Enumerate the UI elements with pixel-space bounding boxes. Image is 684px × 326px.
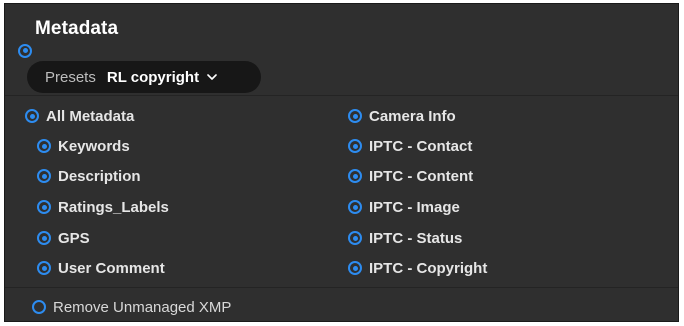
option-label: IPTC - Image (369, 198, 460, 216)
option-ratings-labels[interactable]: Ratings_Labels (37, 196, 169, 218)
radio-icon (348, 169, 362, 183)
radio-icon (348, 231, 362, 245)
option-label: IPTC - Copyright (369, 259, 488, 277)
radio-icon (25, 109, 39, 123)
panel-header: Metadata (5, 4, 678, 58)
divider (5, 287, 678, 288)
radio-icon (37, 169, 51, 183)
divider (5, 95, 678, 96)
option-label: GPS (58, 229, 90, 247)
option-label: Camera Info (369, 107, 456, 125)
radio-icon (32, 300, 46, 314)
option-user-comment[interactable]: User Comment (37, 257, 165, 279)
panel-title: Metadata (35, 18, 119, 39)
chevron-down-icon (207, 72, 217, 82)
radio-icon (348, 139, 362, 153)
option-camera-info[interactable]: Camera Info (348, 105, 456, 127)
radio-icon (37, 261, 51, 275)
option-iptc-copyright[interactable]: IPTC - Copyright (348, 257, 487, 279)
presets-label: Presets (45, 68, 96, 86)
radio-icon (37, 139, 51, 153)
radio-icon (37, 200, 51, 214)
option-iptc-image[interactable]: IPTC - Image (348, 196, 460, 218)
radio-icon (348, 200, 362, 214)
radio-icon (348, 109, 362, 123)
option-label: IPTC - Content (369, 167, 474, 185)
option-iptc-content[interactable]: IPTC - Content (348, 165, 473, 187)
option-label: Keywords (58, 137, 130, 155)
presets-selected-value: RL copyright (106, 68, 200, 86)
option-gps[interactable]: GPS (37, 227, 90, 249)
radio-icon (37, 231, 51, 245)
option-label: Ratings_Labels (58, 198, 169, 216)
option-iptc-contact[interactable]: IPTC - Contact (348, 135, 472, 157)
option-label: Remove Unmanaged XMP (53, 298, 232, 316)
metadata-toggle-radio-icon[interactable] (18, 43, 32, 58)
option-label: IPTC - Status (369, 229, 463, 247)
option-all-metadata[interactable]: All Metadata (25, 105, 134, 127)
option-label: All Metadata (46, 107, 135, 125)
option-label: IPTC - Contact (369, 137, 473, 155)
option-remove-unmanaged-xmp[interactable]: Remove Unmanaged XMP (32, 296, 231, 318)
option-iptc-status[interactable]: IPTC - Status (348, 227, 462, 249)
metadata-panel: Metadata Presets RL copyright All Metada… (4, 3, 679, 322)
option-label: User Comment (58, 259, 165, 277)
option-label: Description (58, 167, 141, 185)
option-description[interactable]: Description (37, 165, 141, 187)
presets-dropdown[interactable]: Presets RL copyright (27, 61, 261, 93)
radio-icon (348, 261, 362, 275)
option-keywords[interactable]: Keywords (37, 135, 130, 157)
